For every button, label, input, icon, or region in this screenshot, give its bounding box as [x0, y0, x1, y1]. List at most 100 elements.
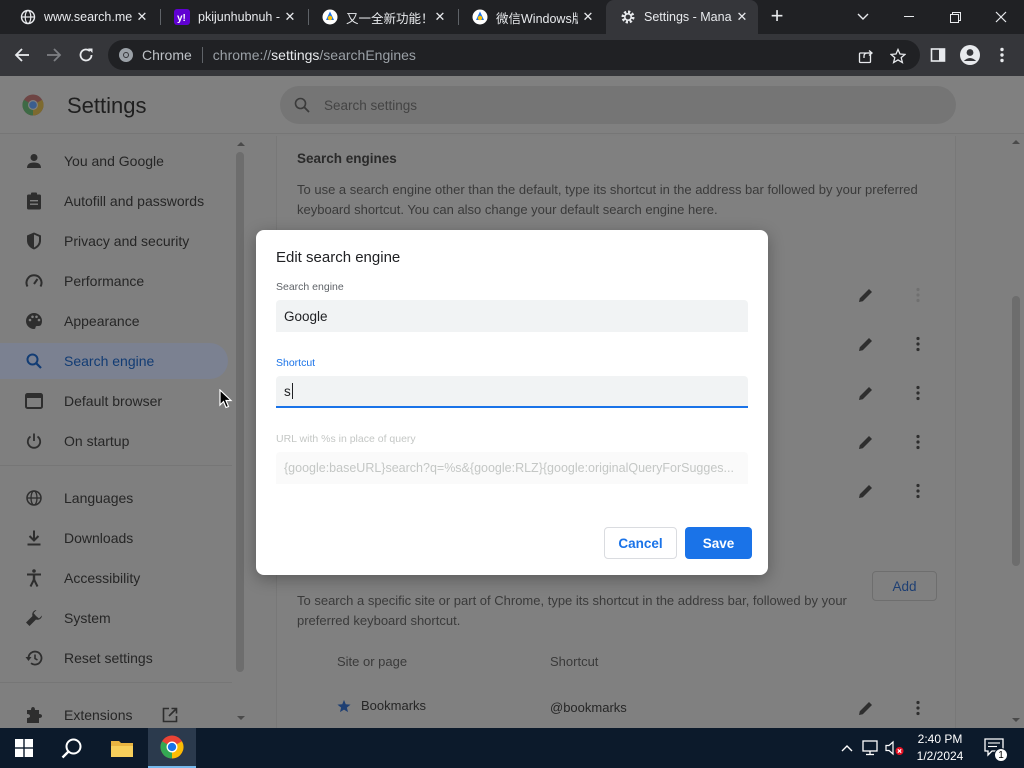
network-icon — [862, 740, 878, 756]
windows-logo-icon — [15, 739, 33, 757]
more-vert-icon — [916, 700, 920, 716]
edit-button[interactable] — [854, 479, 878, 503]
cancel-button[interactable]: Cancel — [604, 527, 677, 559]
chrome-icon — [160, 735, 184, 759]
wrench-icon — [24, 608, 44, 628]
scroll-up-icon — [1012, 140, 1020, 144]
profile-button[interactable] — [956, 41, 984, 69]
sidebar-item-label: Downloads — [64, 530, 134, 546]
share-button[interactable] — [856, 46, 876, 66]
pencil-icon — [859, 338, 872, 351]
more-actions-button[interactable] — [906, 479, 930, 503]
taskbar-clock[interactable]: 2:40 PM 1/2/2024 — [908, 731, 972, 765]
bookmark-button[interactable] — [888, 46, 908, 66]
globe-icon — [20, 9, 36, 25]
scrollbar-thumb[interactable] — [236, 152, 244, 672]
menu-button[interactable] — [988, 41, 1016, 69]
sidebar-item-downloads[interactable]: Downloads — [0, 520, 228, 556]
more-actions-button[interactable] — [906, 696, 930, 720]
notification-badge: 1 — [994, 748, 1008, 762]
more-actions-button[interactable] — [906, 283, 930, 307]
close-icon[interactable]: ✕ — [430, 7, 450, 27]
new-tab-button[interactable]: + — [764, 5, 790, 29]
start-button[interactable] — [0, 728, 48, 768]
network-button[interactable] — [860, 728, 882, 768]
add-site-search-button[interactable]: Add — [872, 571, 937, 601]
sidebar-divider — [0, 682, 232, 683]
edit-button[interactable] — [854, 696, 878, 720]
tab-title: 微信Windows版 — [496, 11, 578, 26]
sidebar-item-label: Privacy and security — [64, 233, 190, 249]
tab-settings[interactable]: Settings - Mana ✕ — [606, 0, 758, 34]
action-center-button[interactable]: 1 — [980, 728, 1010, 768]
search-engine-field[interactable]: Google — [276, 300, 748, 332]
clock-time: 2:40 PM — [917, 732, 963, 746]
taskbar-search-button[interactable] — [48, 728, 96, 768]
reload-button[interactable] — [72, 41, 100, 69]
sidebar-item-privacy[interactable]: Privacy and security — [0, 223, 228, 259]
address-bar[interactable]: Chrome chrome://settings/searchEngines — [108, 40, 920, 70]
sidebar-item-label: Languages — [64, 490, 134, 506]
page-scrollbar[interactable] — [1008, 136, 1024, 728]
restore-button[interactable] — [932, 0, 978, 34]
side-panel-button[interactable] — [924, 41, 952, 69]
edit-button[interactable] — [854, 332, 878, 356]
sidebar-item-on-startup[interactable]: On startup — [0, 423, 228, 459]
sidebar-item-appearance[interactable]: Appearance — [0, 303, 228, 339]
close-window-button[interactable] — [978, 0, 1024, 34]
column-header-site: Site or page — [337, 654, 408, 669]
sidebar-item-extensions[interactable]: Extensions — [0, 697, 228, 728]
site-chip[interactable]: Chrome — [118, 47, 192, 63]
tab-search-button[interactable] — [840, 0, 886, 34]
minimize-button[interactable] — [886, 0, 932, 34]
scrollbar-thumb[interactable] — [1012, 296, 1020, 566]
save-button[interactable]: Save — [685, 527, 752, 559]
sidebar-item-accessibility[interactable]: Accessibility — [0, 560, 228, 596]
tab-title: pkijunhubnuh - — [198, 10, 280, 24]
sidebar-item-performance[interactable]: Performance — [0, 263, 228, 299]
gear-icon — [620, 9, 636, 25]
tab-new-feature[interactable]: 又一全新功能！ ✕ — [308, 0, 456, 34]
page-title: Settings — [67, 93, 147, 118]
close-icon[interactable]: ✕ — [280, 7, 300, 27]
more-vert-icon — [916, 434, 920, 450]
close-icon[interactable]: ✕ — [732, 7, 752, 27]
file-explorer-button[interactable] — [98, 728, 146, 768]
edit-button[interactable] — [854, 381, 878, 405]
volume-button[interactable] — [884, 728, 906, 768]
more-actions-button[interactable] — [906, 430, 930, 454]
tab-yahoo[interactable]: y! pkijunhubnuh - ✕ — [160, 0, 306, 34]
close-icon[interactable]: ✕ — [578, 7, 598, 27]
sidebar-scrollbar[interactable] — [234, 142, 246, 728]
chrome-logo-icon — [22, 94, 44, 116]
more-actions-button[interactable] — [906, 332, 930, 356]
sidebar-item-reset[interactable]: Reset settings — [0, 640, 228, 676]
edit-button[interactable] — [854, 283, 878, 307]
edit-button[interactable] — [854, 430, 878, 454]
sidebar-item-you-and-google[interactable]: You and Google — [0, 143, 228, 179]
search-settings-input[interactable]: Search settings — [280, 86, 956, 124]
tab-wechat[interactable]: 微信Windows版 ✕ — [458, 0, 604, 34]
column-header-shortcut: Shortcut — [550, 654, 599, 669]
chrome-taskbar-button[interactable] — [148, 728, 196, 768]
pencil-icon — [859, 387, 872, 400]
sidebar-item-languages[interactable]: Languages — [0, 480, 228, 516]
back-button[interactable] — [8, 41, 36, 69]
tab-strip: www.search.me ✕ y! pkijunhubnuh - ✕ 又一全新… — [0, 0, 1024, 34]
close-icon[interactable]: ✕ — [132, 7, 152, 27]
sidebar-item-system[interactable]: System — [0, 600, 228, 636]
more-actions-button[interactable] — [906, 381, 930, 405]
sidebar-item-default-browser[interactable]: Default browser — [0, 383, 228, 419]
sidebar-item-search-engine[interactable]: Search engine — [0, 343, 228, 379]
close-icon — [995, 11, 1007, 23]
download-icon — [24, 528, 44, 548]
app-icon — [322, 9, 338, 25]
forward-button[interactable] — [40, 41, 68, 69]
pencil-icon — [859, 702, 872, 715]
tab-search-me[interactable]: www.search.me ✕ — [6, 0, 158, 34]
sidebar-item-label: Performance — [64, 273, 145, 289]
sidebar-item-autofill[interactable]: Autofill and passwords — [0, 183, 228, 219]
shortcut-field[interactable]: s — [276, 376, 748, 408]
show-hidden-icons-button[interactable] — [838, 728, 856, 768]
search-icon — [61, 738, 82, 759]
